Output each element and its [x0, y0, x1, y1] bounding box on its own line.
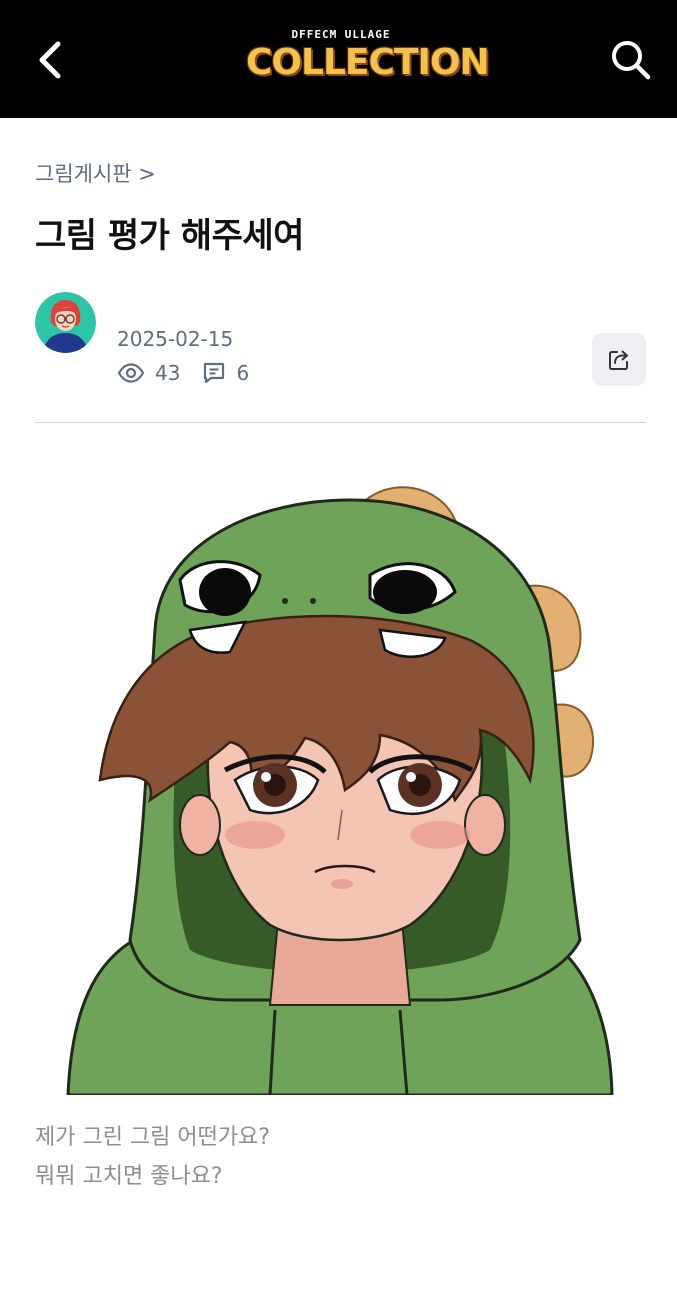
site-logo[interactable]: DFFECM ULLAGE COLLECTION [246, 28, 490, 94]
divider [35, 422, 646, 423]
post-image[interactable] [60, 480, 620, 1097]
share-button[interactable] [592, 333, 646, 386]
post-date: 2025-02-15 [117, 327, 234, 351]
comment-icon [202, 361, 226, 385]
dinosaur-hoodie-boy-illustration [66, 486, 614, 1097]
post-body-line: 뭐뭐 고치면 좋나요? [35, 1164, 223, 1189]
back-button[interactable] [28, 38, 72, 82]
breadcrumb[interactable]: 그림게시판 > [35, 158, 156, 188]
avatar-illustration [35, 292, 96, 353]
eye-icon [117, 363, 145, 383]
avatar[interactable] [35, 292, 96, 353]
comment-count: 6 [236, 361, 250, 385]
view-count: 43 [155, 361, 181, 385]
search-button[interactable] [607, 36, 655, 84]
logo-title: COLLECTION [246, 42, 490, 83]
top-bar: DFFECM ULLAGE COLLECTION [0, 0, 677, 118]
search-icon [612, 41, 651, 80]
logo-subtitle: DFFECM ULLAGE [291, 28, 391, 41]
post-title: 그림 평가 해주세여 [35, 216, 304, 256]
post-stats: 43 6 [117, 358, 249, 388]
chevron-left-icon [39, 41, 61, 79]
post-body-line: 제가 그린 그림 어떤가요? [35, 1125, 271, 1150]
share-icon [609, 350, 628, 370]
post-body: 제가 그린 그림 어떤가요? 뭐뭐 고치면 좋나요? [35, 1118, 270, 1196]
